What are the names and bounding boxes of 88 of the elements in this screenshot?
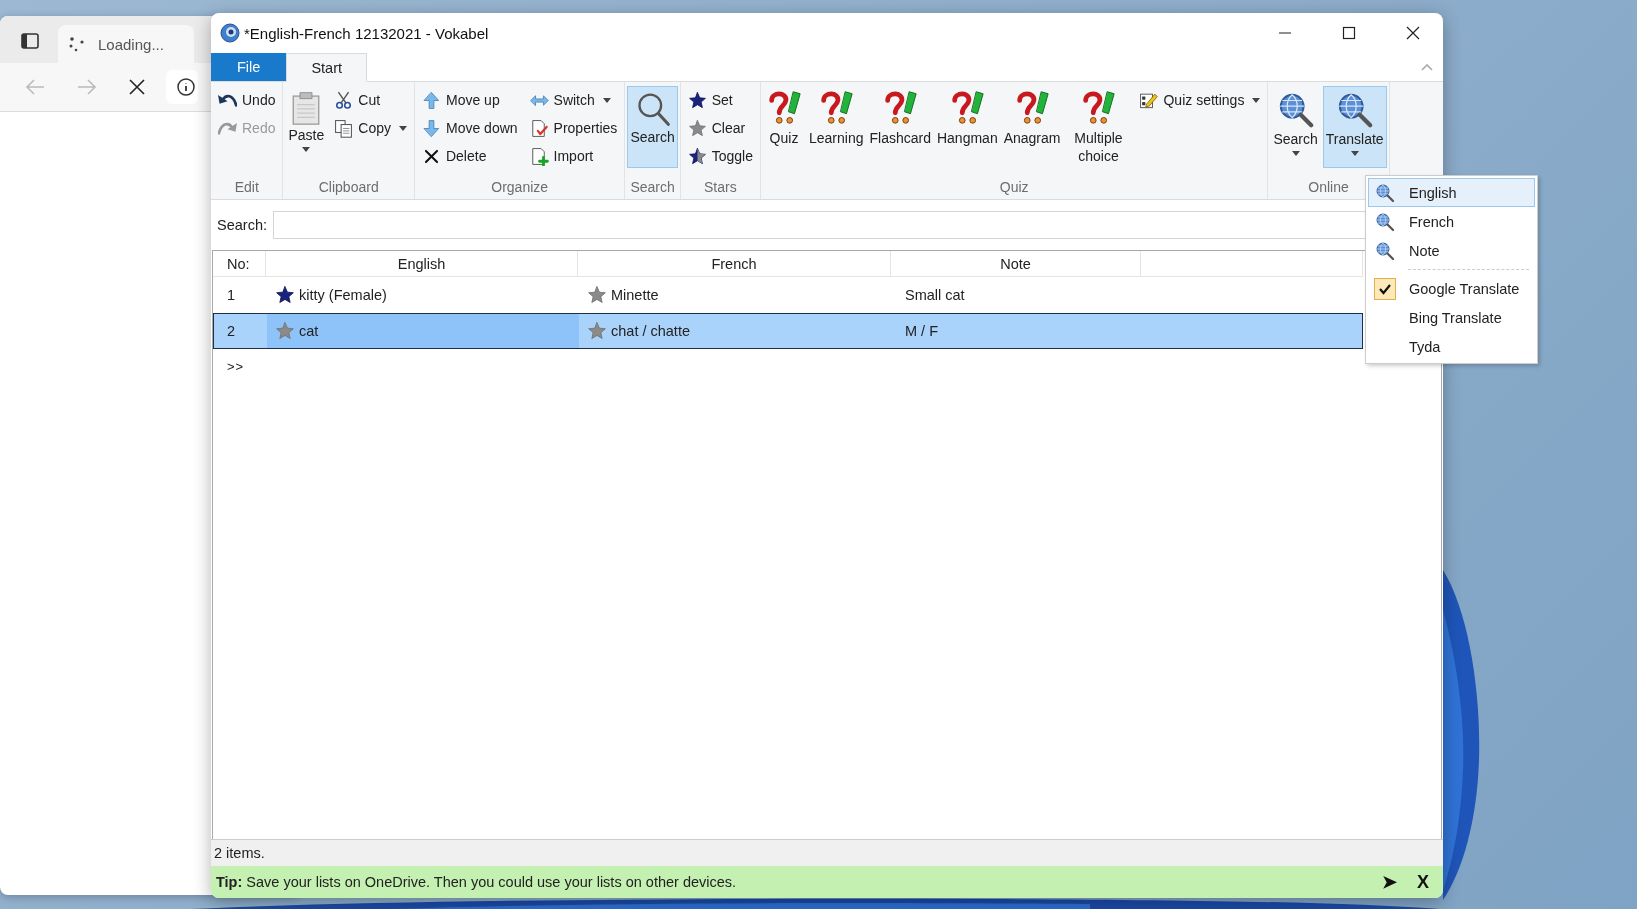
ribbon-button[interactable]: Clear	[682, 114, 758, 142]
column-header[interactable]: No:	[213, 251, 266, 277]
quiz-button[interactable]: Multiple choice	[1064, 86, 1133, 169]
loading-spinner-icon	[68, 35, 86, 53]
quiz-button[interactable]: Quiz	[763, 86, 805, 168]
maximize-icon[interactable]	[1341, 25, 1357, 41]
ribbon-tab[interactable]: Start	[286, 53, 367, 82]
caret-icon	[302, 147, 311, 152]
globe-search-icon	[1375, 211, 1395, 232]
caret-icon	[1291, 151, 1300, 156]
globe-search-icon	[1375, 240, 1395, 261]
info-icon	[176, 77, 196, 97]
menu-item[interactable]: Google Translate	[1368, 274, 1535, 303]
ribbon-button[interactable]: Search	[1270, 86, 1321, 168]
table-cell: kitty (Female)	[299, 287, 387, 303]
menu-item[interactable]: Note	[1368, 236, 1535, 265]
group-label: Clipboard	[317, 179, 380, 195]
caret-icon	[1350, 151, 1359, 156]
caret-icon	[398, 125, 407, 131]
caret-icon	[1252, 97, 1261, 103]
group-label: Stars	[703, 179, 738, 195]
ribbon-button[interactable]: Copy	[329, 114, 412, 142]
group-label: Quiz	[998, 179, 1030, 195]
menu-item[interactable]: Tyda	[1368, 332, 1535, 361]
ribbon-button[interactable]: Toggle	[682, 142, 758, 170]
half-star-icon	[687, 146, 707, 166]
table-cell: chat / chatte	[611, 323, 690, 339]
arrow-up-icon	[421, 90, 441, 110]
group-label: Search	[629, 179, 676, 195]
back-icon[interactable]	[24, 78, 46, 96]
address-field[interactable]	[166, 70, 198, 104]
ribbon-button[interactable]: Set	[682, 86, 758, 114]
group-label: Online	[1307, 179, 1350, 195]
status-text: 2 items.	[214, 845, 265, 861]
quiz-settings-button[interactable]: Quiz settings	[1134, 86, 1266, 114]
copy-icon	[334, 118, 354, 138]
caret-icon	[602, 97, 611, 103]
ribbon-button[interactable]: Switch	[524, 86, 623, 114]
ribbon-button[interactable]: Translate	[1322, 86, 1387, 168]
scissors-icon	[334, 90, 354, 110]
table-cell-text: Small cat	[904, 286, 966, 305]
menu-item[interactable]: French	[1368, 207, 1535, 236]
column-header[interactable]: English	[266, 251, 578, 277]
ribbon-button[interactable]: Properties	[524, 114, 623, 142]
ribbon-button[interactable]: Move down	[416, 114, 523, 142]
ribbon-button[interactable]: Delete	[416, 142, 523, 170]
ribbon-tab[interactable]: File	[211, 53, 287, 81]
menu-item[interactable]: Bing Translate	[1368, 303, 1535, 332]
tip-text: Tip: Save your lists on OneDrive. Then you could use your lists on other devices.	[216, 874, 737, 890]
close-tip-button[interactable]: X	[1407, 871, 1439, 893]
search-button[interactable]: Search	[627, 86, 678, 168]
quiz-button[interactable]: Anagram	[1001, 86, 1063, 168]
paste-button[interactable]: Paste	[285, 86, 328, 168]
table-cell: cat	[299, 323, 319, 339]
column-header[interactable]: French	[578, 251, 891, 277]
menu-item[interactable]: English	[1368, 178, 1535, 207]
arrow-down-icon	[421, 118, 441, 138]
collapse-ribbon-icon[interactable]	[1419, 61, 1435, 73]
close-icon[interactable]	[128, 78, 146, 96]
table-row[interactable]: 2 cat chat / chatte M / F	[213, 313, 1363, 349]
ribbon-button[interactable]: Undo	[213, 86, 281, 114]
quiz-button[interactable]: Hangman	[934, 86, 1000, 168]
table-cell-text: M / F	[904, 322, 940, 341]
next-tip-button[interactable]: ➤	[1372, 871, 1407, 893]
star-icon	[687, 118, 707, 138]
app-logo-icon	[220, 23, 240, 43]
group-label: Organize	[490, 179, 550, 195]
new-row-marker: >>	[226, 358, 246, 374]
search-label: Search:	[217, 217, 267, 233]
ribbon-button[interactable]: Import	[524, 142, 623, 170]
browser-tab[interactable]: Loading...	[58, 25, 194, 63]
ribbon-button[interactable]: Move up	[416, 86, 523, 114]
window-title: *English-French 12132021 - Vokabel	[244, 24, 489, 42]
star-icon	[687, 90, 707, 110]
globe-search-icon	[1375, 182, 1395, 203]
tab-actions-icon	[20, 31, 40, 51]
quiz-button[interactable]: Learning	[807, 86, 866, 168]
forward-icon[interactable]	[76, 78, 98, 96]
column-header[interactable]: Note	[891, 251, 1141, 277]
group-label: Edit	[233, 179, 260, 195]
table-row[interactable]: 1 kitty (Female) Minette Small cat	[213, 277, 1363, 313]
quiz-button[interactable]: Flashcard	[867, 86, 933, 168]
close-icon[interactable]	[1405, 25, 1421, 41]
ribbon-button[interactable]: Cut	[329, 86, 412, 114]
table-cell: Minette	[611, 287, 659, 303]
table-cell-text: 2	[226, 322, 237, 341]
table-cell-text: 1	[226, 286, 237, 305]
checkmark-icon	[1374, 277, 1396, 300]
